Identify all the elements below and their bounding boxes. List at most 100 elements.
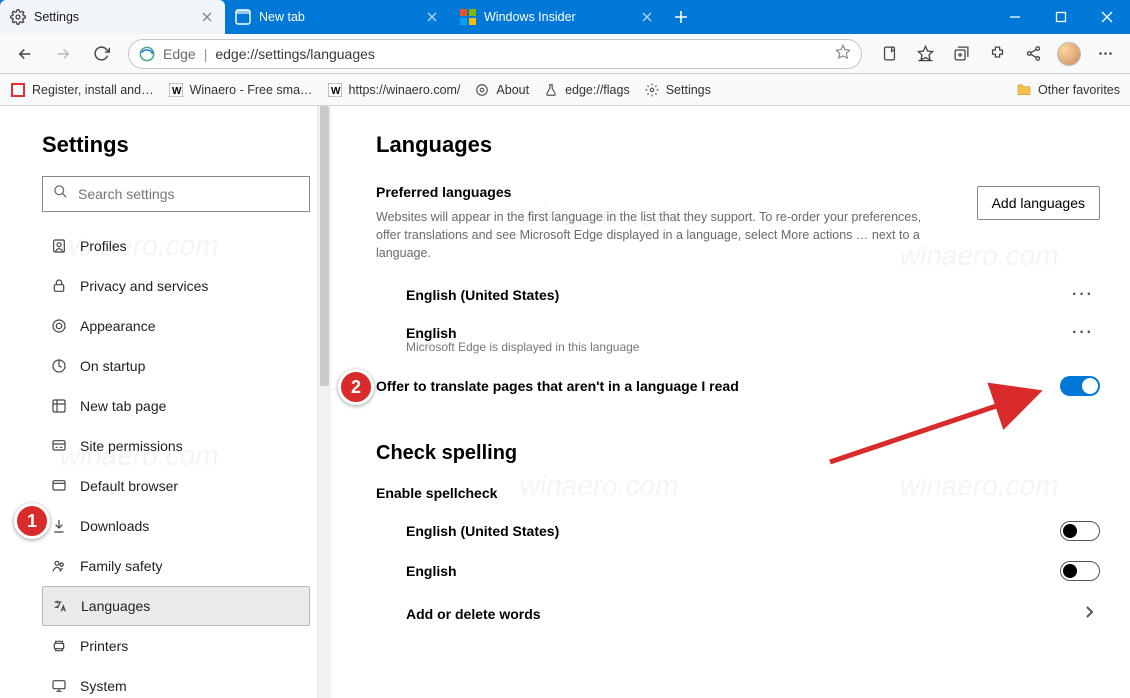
chevron-right-icon (1084, 605, 1100, 622)
sidebar-item-site-permissions[interactable]: Site permissions (42, 426, 310, 466)
nav-icon (50, 237, 68, 255)
add-delete-words-row[interactable]: Add or delete words (376, 591, 1100, 622)
offer-translate-row: Offer to translate pages that aren't in … (376, 376, 1100, 396)
close-icon[interactable] (199, 9, 215, 25)
minimize-button[interactable] (992, 0, 1038, 34)
svg-text:W: W (172, 86, 182, 97)
spellcheck-lang: English (406, 563, 457, 579)
sidebar-item-new-tab-page[interactable]: New tab page (42, 386, 310, 426)
share-icon[interactable] (1016, 38, 1050, 70)
bookmark-item[interactable]: edge://flags (543, 82, 630, 98)
close-window-button[interactable] (1084, 0, 1130, 34)
spellcheck-toggle[interactable] (1060, 521, 1100, 541)
preferred-languages-desc: Websites will appear in the first langua… (376, 208, 936, 262)
sidebar-item-privacy-and-services[interactable]: Privacy and services (42, 266, 310, 306)
bookmark-item[interactable]: Settings (644, 82, 711, 98)
sidebar-scrollbar[interactable] (317, 106, 331, 698)
address-bar[interactable]: Edge | edge://settings/languages (128, 39, 862, 69)
bookmark-icon (10, 82, 26, 98)
nav-label: System (80, 678, 127, 694)
bookmark-item[interactable]: WWinaero - Free sma… (168, 82, 313, 98)
more-actions-icon[interactable]: ··· (1072, 286, 1100, 304)
offer-translate-label: Offer to translate pages that aren't in … (376, 378, 739, 394)
tab-label: Settings (34, 10, 79, 24)
page-heading: Languages (376, 132, 1100, 158)
settings-main: Languages Preferred languages Websites w… (330, 106, 1130, 698)
tab-settings[interactable]: Settings (0, 0, 225, 34)
back-button[interactable] (8, 38, 42, 70)
window-controls (992, 0, 1130, 34)
sidebar-item-system[interactable]: System (42, 666, 310, 698)
more-actions-icon[interactable]: ··· (1072, 324, 1100, 342)
nav-icon (50, 637, 68, 655)
favorites-icon[interactable] (908, 38, 942, 70)
bookmark-item[interactable]: About (474, 82, 529, 98)
windows-icon (460, 9, 476, 25)
tab-newtab[interactable]: New tab (225, 0, 450, 34)
nav-icon (51, 597, 69, 615)
gear-icon (644, 82, 660, 98)
other-favorites[interactable]: Other favorites (1016, 82, 1120, 98)
settings-heading: Settings (42, 132, 310, 158)
sidebar-item-on-startup[interactable]: On startup (42, 346, 310, 386)
bookmark-icon: W (168, 82, 184, 98)
sidebar-item-printers[interactable]: Printers (42, 626, 310, 666)
nav-label: Privacy and services (80, 278, 208, 294)
spellcheck-toggle[interactable] (1060, 561, 1100, 581)
spellcheck-row: English (376, 551, 1100, 591)
tab-windows-insider[interactable]: Windows Insider (450, 0, 665, 34)
close-icon[interactable] (424, 9, 440, 25)
extensions-icon[interactable] (980, 38, 1014, 70)
search-settings[interactable] (42, 176, 310, 212)
favorite-star-icon[interactable] (835, 44, 851, 63)
sidebar-item-appearance[interactable]: Appearance (42, 306, 310, 346)
site-identity: Edge (163, 46, 196, 62)
window-titlebar: Settings New tab Windows Insider (0, 0, 1130, 34)
scrollbar-thumb[interactable] (320, 106, 329, 386)
tab-label: Windows Insider (484, 10, 576, 24)
nav-icon (50, 557, 68, 575)
url-text: edge://settings/languages (215, 46, 827, 62)
read-aloud-icon[interactable] (872, 38, 906, 70)
nav-icon (50, 277, 68, 295)
nav-icon (50, 357, 68, 375)
gear-icon (10, 9, 26, 25)
language-note: Microsoft Edge is displayed in this lang… (376, 340, 1100, 354)
folder-icon (1016, 82, 1032, 98)
nav-label: New tab page (80, 398, 166, 414)
spellcheck-lang: English (United States) (406, 523, 559, 539)
sidebar-item-languages[interactable]: Languages (42, 586, 310, 626)
nav-label: On startup (80, 358, 145, 374)
svg-text:W: W (331, 86, 341, 97)
language-row: English (United States) ··· (376, 276, 1100, 314)
close-icon[interactable] (639, 9, 655, 25)
forward-button[interactable] (46, 38, 80, 70)
language-name: English (United States) (406, 287, 559, 303)
nav-icon (50, 437, 68, 455)
offer-translate-toggle[interactable] (1060, 376, 1100, 396)
new-tab-button[interactable] (665, 0, 697, 34)
sidebar-item-downloads[interactable]: Downloads (42, 506, 310, 546)
search-input[interactable] (78, 186, 299, 202)
nav-label: Printers (80, 638, 128, 654)
sidebar-item-default-browser[interactable]: Default browser (42, 466, 310, 506)
sidebar-item-family-safety[interactable]: Family safety (42, 546, 310, 586)
nav-label: Appearance (80, 318, 156, 334)
nav-label: Profiles (80, 238, 127, 254)
collections-icon[interactable] (944, 38, 978, 70)
edge-icon (139, 46, 155, 62)
maximize-button[interactable] (1038, 0, 1084, 34)
bookmark-item[interactable]: Register, install and… (10, 82, 154, 98)
bookmark-icon: W (327, 82, 343, 98)
nav-icon (50, 477, 68, 495)
profile-avatar[interactable] (1052, 38, 1086, 70)
separator: | (204, 46, 208, 62)
refresh-button[interactable] (84, 38, 118, 70)
more-menu-icon[interactable] (1088, 38, 1122, 70)
search-icon (53, 184, 68, 204)
nav-icon (50, 677, 68, 695)
nav-label: Downloads (80, 518, 149, 534)
add-languages-button[interactable]: Add languages (977, 186, 1100, 220)
bookmark-item[interactable]: Whttps://winaero.com/ (327, 82, 461, 98)
sidebar-item-profiles[interactable]: Profiles (42, 226, 310, 266)
